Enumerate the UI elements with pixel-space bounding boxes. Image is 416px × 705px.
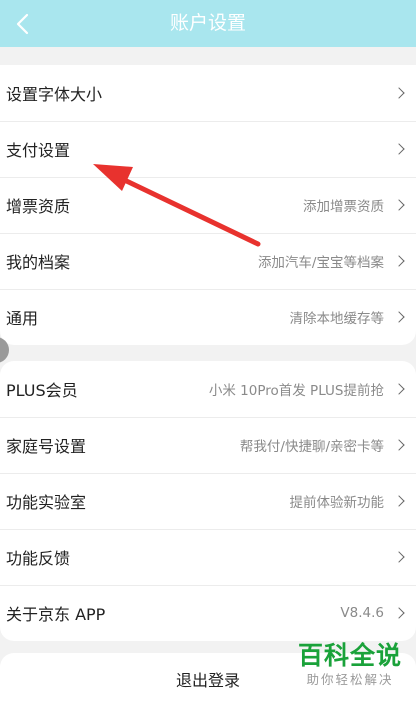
chevron-right-icon xyxy=(393,255,405,267)
settings-item-family-account[interactable]: 家庭号设置 帮我付/快捷聊/亲密卡等 xyxy=(0,417,416,473)
settings-item-value: 提前体验新功能 xyxy=(289,495,385,511)
settings-item-value: 帮我付/快捷聊/亲密卡等 xyxy=(239,439,384,455)
settings-item-value: 添加汽车/宝宝等档案 xyxy=(257,255,384,271)
chevron-right-icon xyxy=(393,87,405,99)
settings-item-label: 设置字体大小 xyxy=(6,85,103,104)
settings-item-feedback[interactable]: 功能反馈 xyxy=(0,529,416,585)
settings-item-label: 通用 xyxy=(6,309,39,328)
page-title: 账户设置 xyxy=(169,12,246,34)
chevron-left-icon xyxy=(16,13,29,34)
settings-item-about-app[interactable]: 关于京东 APP V8.4.6 xyxy=(0,585,416,641)
settings-item-value: 小米 10Pro首发 PLUS提前抢 xyxy=(208,383,384,399)
settings-item-general[interactable]: 通用 清除本地缓存等 xyxy=(0,289,416,345)
back-button[interactable] xyxy=(0,0,46,47)
settings-item-label: 家庭号设置 xyxy=(6,437,87,456)
settings-item-label: 增票资质 xyxy=(6,197,71,216)
settings-item-feature-lab[interactable]: 功能实验室 提前体验新功能 xyxy=(0,473,416,529)
app-version: V8.4.6 xyxy=(340,605,384,621)
top-nav-bar: 账户设置 xyxy=(0,0,416,47)
chevron-right-icon xyxy=(393,439,405,451)
settings-item-label: 功能实验室 xyxy=(6,493,87,512)
settings-item-invoice-qualification[interactable]: 增票资质 添加增票资质 xyxy=(0,177,416,233)
logout-button[interactable]: 退出登录 xyxy=(0,653,416,705)
settings-item-plus-member[interactable]: PLUS会员 小米 10Pro首发 PLUS提前抢 xyxy=(0,361,416,417)
settings-group-1: 设置字体大小 支付设置 增票资质 添加增票资质 我的档案 添加汽车/宝宝等档案 … xyxy=(0,65,416,345)
settings-item-label: 关于京东 APP xyxy=(6,605,106,624)
settings-item-value: 添加增票资质 xyxy=(303,199,384,215)
chevron-right-icon xyxy=(393,383,405,395)
settings-item-value: 清除本地缓存等 xyxy=(289,311,385,327)
chevron-right-icon xyxy=(393,143,405,155)
chevron-right-icon xyxy=(393,311,405,323)
settings-item-label: PLUS会员 xyxy=(6,381,78,400)
settings-item-my-profile[interactable]: 我的档案 添加汽车/宝宝等档案 xyxy=(0,233,416,289)
chevron-right-icon xyxy=(393,495,405,507)
chevron-right-icon xyxy=(393,607,405,619)
settings-item-font-size[interactable]: 设置字体大小 xyxy=(0,65,416,121)
settings-item-label: 支付设置 xyxy=(6,141,71,160)
logout-label: 退出登录 xyxy=(175,671,240,690)
settings-group-2: PLUS会员 小米 10Pro首发 PLUS提前抢 家庭号设置 帮我付/快捷聊/… xyxy=(0,361,416,641)
settings-item-label: 功能反馈 xyxy=(6,549,71,568)
chevron-right-icon xyxy=(393,551,405,563)
settings-item-payment[interactable]: 支付设置 xyxy=(0,121,416,177)
chevron-right-icon xyxy=(393,199,405,211)
settings-item-label: 我的档案 xyxy=(6,253,71,272)
